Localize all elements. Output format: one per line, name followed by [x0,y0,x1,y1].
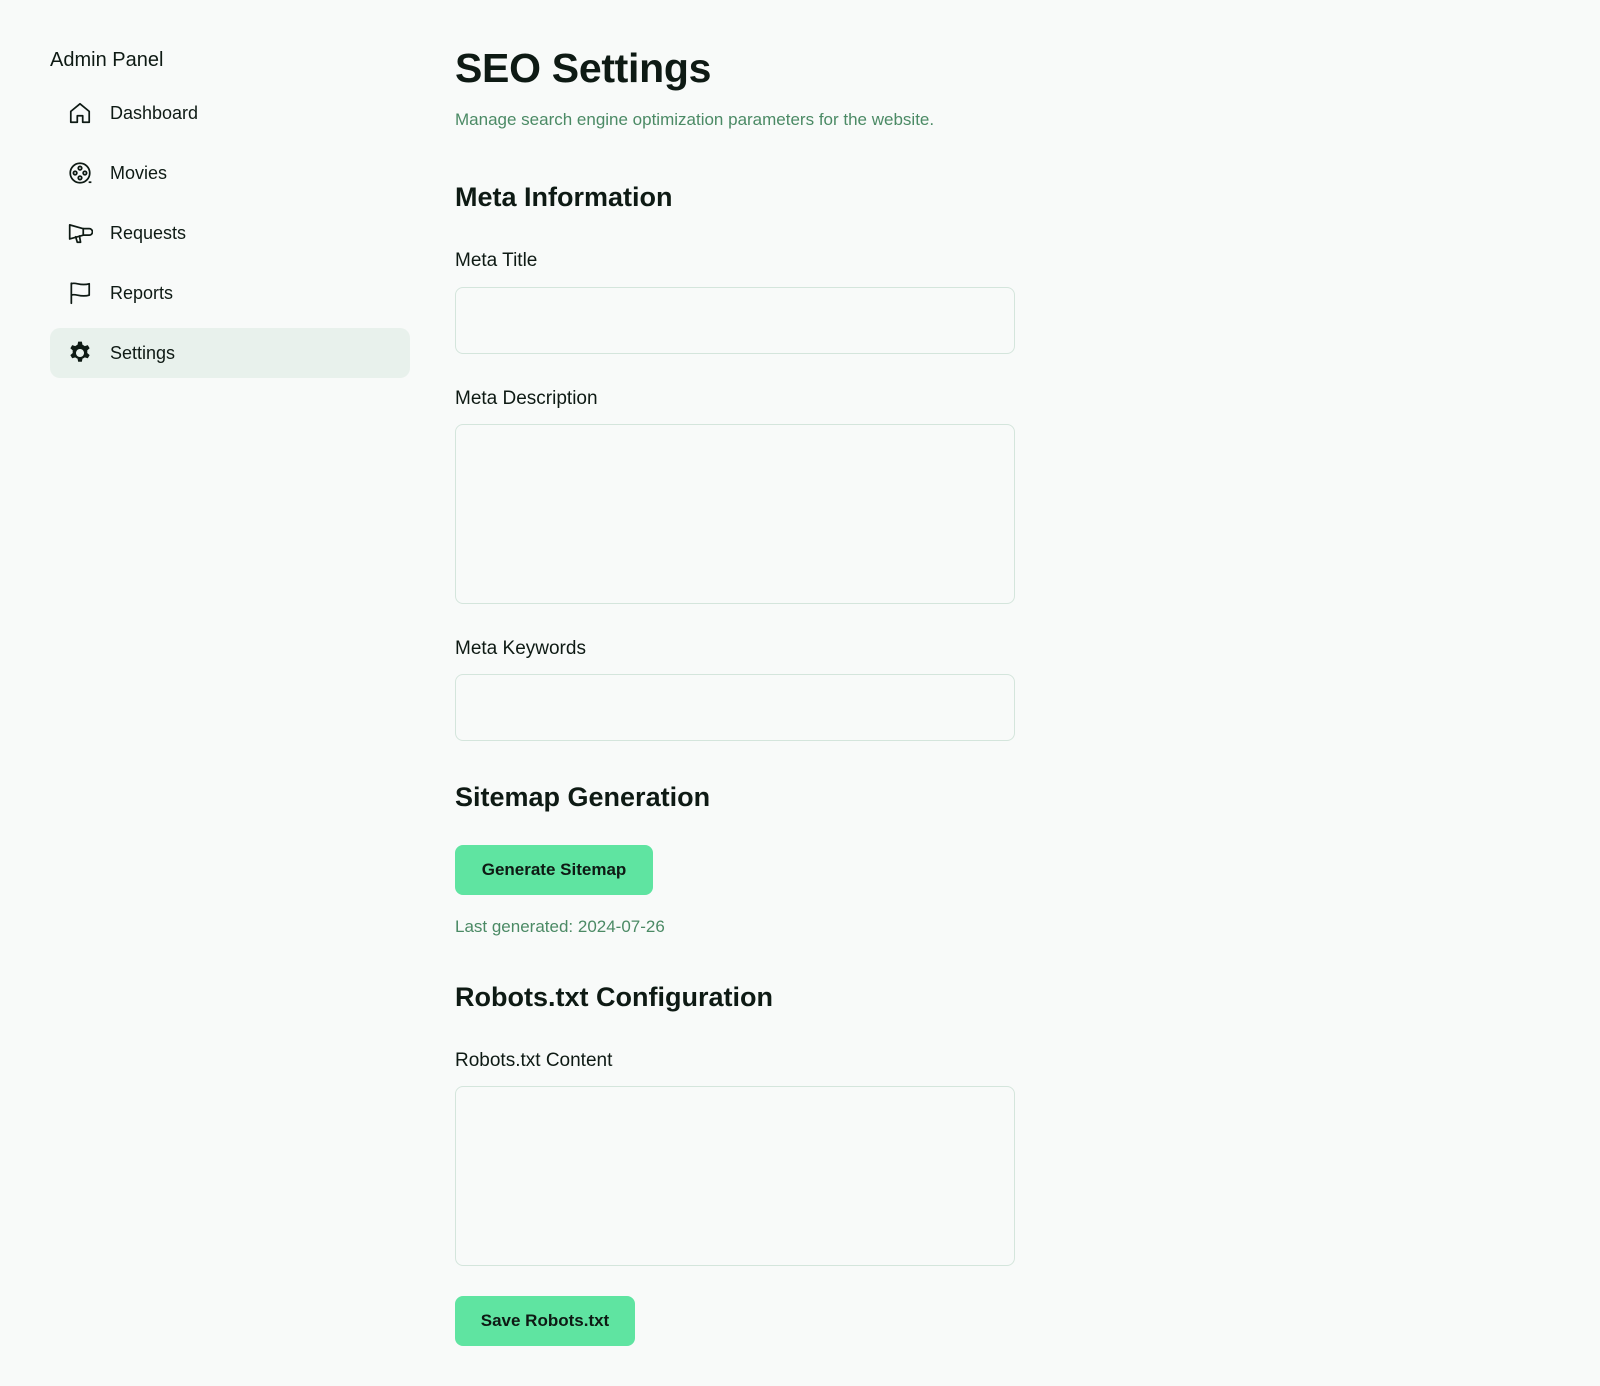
app-title: Admin Panel [50,49,164,71]
film-reel-icon [66,159,94,187]
meta-description-label: Meta Description [455,388,598,409]
sidebar-item-label: Dashboard [110,102,199,123]
section-title-meta: Meta Information [455,182,673,212]
generate-sitemap-button[interactable]: Generate Sitemap [455,845,653,895]
meta-keywords-input[interactable] [455,674,1015,741]
sidebar-item-settings[interactable]: Settings [50,328,410,378]
page-subtitle: Manage search engine optimization parame… [455,110,935,129]
section-title-sitemap: Sitemap Generation [455,782,711,812]
robots-content-label: Robots.txt Content [455,1050,613,1071]
sidebar-item-label: Reports [110,282,174,303]
robots-content-textarea[interactable] [455,1086,1015,1266]
flag-icon [66,279,94,307]
sidebar-item-label: Movies [110,162,168,183]
megaphone-icon [66,219,94,247]
gear-icon [66,339,94,367]
save-robots-button[interactable]: Save Robots.txt [455,1296,635,1346]
sidebar: Admin Panel Dashboard Movies Requests Re… [50,44,410,388]
sidebar-item-dashboard[interactable]: Dashboard [50,88,410,138]
sitemap-last-generated: Last generated: 2024-07-26 [455,917,665,936]
sidebar-item-label: Requests [110,222,187,243]
page-title: SEO Settings [455,45,712,91]
meta-title-label: Meta Title [455,250,538,271]
meta-title-input[interactable] [455,287,1015,354]
sidebar-item-movies[interactable]: Movies [50,148,410,198]
app-layout: Admin Panel Dashboard Movies Requests Re… [0,0,1600,1386]
meta-description-textarea[interactable] [455,424,1015,604]
meta-keywords-label: Meta Keywords [455,638,586,659]
sidebar-item-label: Settings [110,342,176,363]
home-icon [66,99,94,127]
section-title-robots: Robots.txt Configuration [455,982,773,1012]
sidebar-item-reports[interactable]: Reports [50,268,410,318]
sidebar-item-requests[interactable]: Requests [50,208,410,258]
